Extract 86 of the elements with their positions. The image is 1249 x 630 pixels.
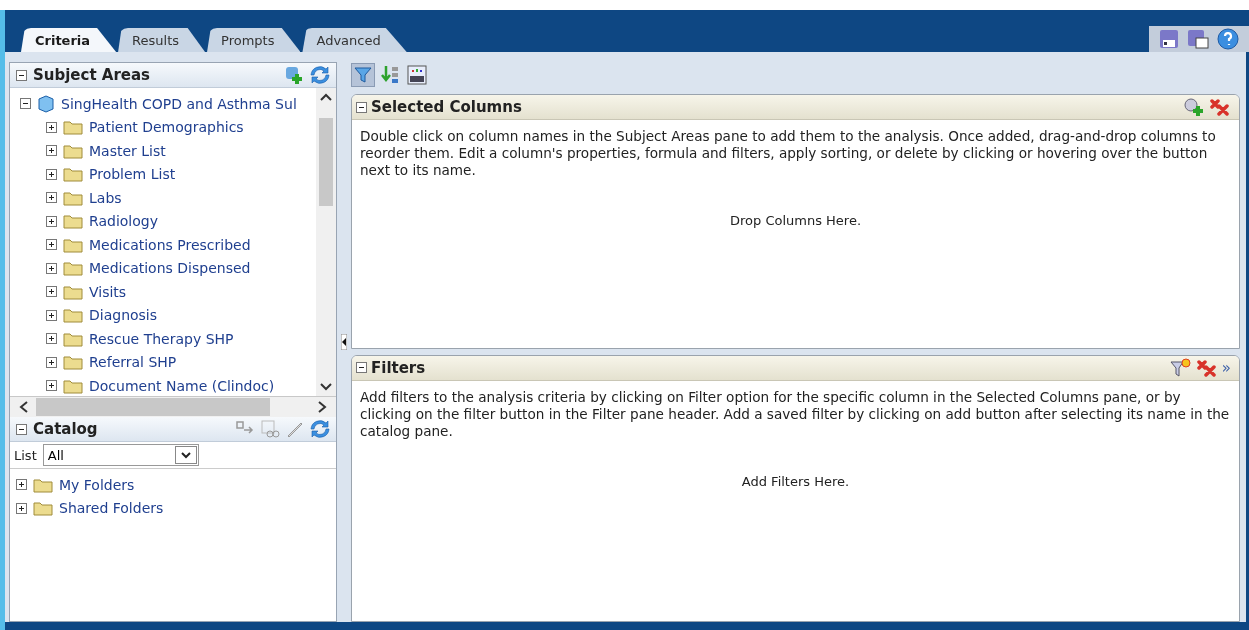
delete-icon[interactable] xyxy=(1195,358,1218,377)
list-dropdown[interactable]: All xyxy=(42,444,199,466)
panel-title: Subject Areas xyxy=(33,66,152,84)
tree-item[interactable]: Labs xyxy=(89,189,122,206)
tree-item[interactable]: Document Name (Clindoc) xyxy=(89,377,275,394)
cube-icon xyxy=(37,94,55,113)
vertical-scrollbar[interactable] xyxy=(316,88,336,396)
expand-toggle[interactable] xyxy=(46,286,57,298)
folder-icon xyxy=(63,119,83,136)
collapse-toggle[interactable] xyxy=(356,362,367,374)
collapse-handle[interactable] xyxy=(341,334,347,350)
save-as-icon[interactable] xyxy=(1187,29,1209,49)
more-button[interactable]: » xyxy=(1221,358,1231,377)
expand-toggle[interactable] xyxy=(16,502,27,514)
help-icon[interactable] xyxy=(1217,28,1239,50)
caret-icon xyxy=(180,451,191,459)
folder-icon xyxy=(63,354,83,371)
toolbar-button[interactable] xyxy=(405,63,429,87)
refresh-icon[interactable] xyxy=(310,419,330,439)
tree-item[interactable]: SingHealth COPD and Asthma Sul xyxy=(61,95,297,112)
horizontal-scrollbar[interactable] xyxy=(10,397,336,417)
tree-item[interactable]: Medications Prescribed xyxy=(89,236,251,253)
folder-icon xyxy=(63,166,83,183)
folder-icon xyxy=(63,213,83,230)
scrollbar-thumb[interactable] xyxy=(319,118,333,206)
delete-icon[interactable] xyxy=(1209,98,1231,116)
collapse-toggle[interactable] xyxy=(16,69,27,81)
collapse-toggle[interactable] xyxy=(16,423,27,435)
tree-item[interactable]: Rescue Therapy SHP xyxy=(89,330,234,347)
sort-icon xyxy=(381,65,399,85)
tab[interactable]: Advanced xyxy=(302,28,407,52)
panel-title: Filters xyxy=(371,358,427,377)
tree-item[interactable]: Referral SHP xyxy=(89,354,177,371)
tree-item[interactable]: Visits xyxy=(89,283,127,300)
expand-toggle[interactable] xyxy=(46,145,57,157)
folder-icon xyxy=(63,236,83,253)
save-icon[interactable] xyxy=(1159,29,1179,49)
help-text: Double click on column names in the Subject Areas pane to add them to the analysis. Once added, drag-and-drop columns to reorder them. Edit a column's properties, formula and filters, apply sorting, or delete by clicking or hovering over the button next to its name. xyxy=(360,128,1217,179)
panel-title: Catalog xyxy=(33,420,99,438)
expand-toggle[interactable] xyxy=(46,262,57,274)
folder-icon xyxy=(63,377,83,394)
tree-item[interactable]: Master List xyxy=(89,142,166,159)
folder-icon xyxy=(63,330,83,347)
filter-icon xyxy=(354,66,372,84)
add-icon[interactable] xyxy=(284,65,304,85)
add-column-icon[interactable] xyxy=(1183,97,1205,117)
folder-icon xyxy=(63,260,83,277)
chart-icon xyxy=(407,65,427,85)
folder-icon xyxy=(33,500,53,517)
expand-toggle[interactable] xyxy=(46,239,57,251)
scrollbar-thumb[interactable] xyxy=(36,398,270,416)
expand-toggle[interactable] xyxy=(46,356,57,368)
refresh-icon[interactable] xyxy=(310,65,330,85)
expand-toggle[interactable] xyxy=(16,479,27,491)
tree-item[interactable]: Shared Folders xyxy=(59,500,164,517)
tab[interactable]: Prompts xyxy=(207,28,301,52)
drop-hint: Drop Columns Here. xyxy=(728,213,863,228)
expand-toggle[interactable] xyxy=(46,215,57,227)
expand-toggle[interactable] xyxy=(46,380,57,392)
tab[interactable]: Criteria xyxy=(21,28,117,52)
expand-toggle[interactable] xyxy=(46,168,57,180)
tree-item[interactable]: Problem List xyxy=(89,166,176,183)
folder-icon xyxy=(63,307,83,324)
glasses-icon[interactable] xyxy=(260,420,280,438)
folder-icon xyxy=(33,476,53,493)
list-label: List xyxy=(14,447,37,463)
panel-title: Selected Columns xyxy=(371,98,523,116)
new-filter-icon[interactable] xyxy=(1169,357,1192,378)
tree-item[interactable]: Diagnosis xyxy=(89,307,158,324)
expand-toggle[interactable] xyxy=(46,121,57,133)
tree-item[interactable]: Medications Dispensed xyxy=(89,260,251,277)
folder-icon xyxy=(63,142,83,159)
folder-icon xyxy=(63,189,83,206)
expand-toggle[interactable] xyxy=(46,333,57,345)
tree-item[interactable]: My Folders xyxy=(59,476,135,493)
collapse-toggle[interactable] xyxy=(20,98,31,110)
tab[interactable]: Results xyxy=(118,28,206,52)
drop-hint: Add Filters Here. xyxy=(740,473,851,489)
help-text: Add filters to the analysis criteria by clicking on Filter option for the specific column in the Selected Columns pane, or by clicking on the filter button in the Filter pane header. Add a saved filter by clicking on add button after selecting its name in the catalog pane. xyxy=(360,388,1231,440)
tree-item[interactable]: Patient Demographics xyxy=(89,119,244,136)
expand-toggle[interactable] xyxy=(46,192,57,204)
expand-toggle[interactable] xyxy=(46,309,57,321)
collapse-toggle[interactable] xyxy=(356,101,367,113)
pencil-icon[interactable] xyxy=(286,420,304,438)
tree-item[interactable]: Radiology xyxy=(89,213,158,230)
folder-icon xyxy=(63,283,83,300)
